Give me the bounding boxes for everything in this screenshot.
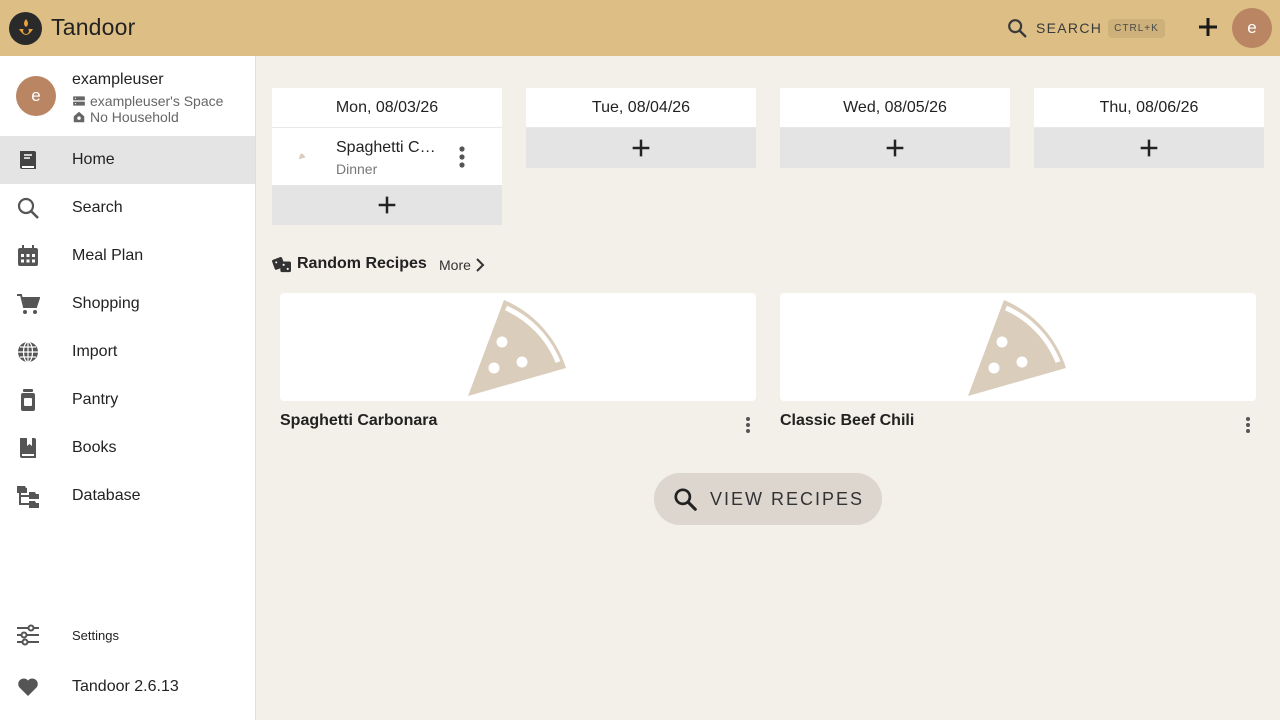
meal-plan-day: Wed, 08/05/26 [780,88,1010,168]
recipe-image-placeholder[interactable] [780,293,1256,401]
user-household: No Household [72,109,179,125]
globe-icon [18,341,38,363]
recipe-card[interactable]: Classic Beef Chili [780,293,1256,433]
plus-icon [1140,139,1158,157]
meal-entry-type: Dinner [336,161,378,177]
more-link-label: More [439,257,471,273]
server-icon [73,96,85,106]
sidebar-item-import[interactable]: Import [0,328,255,376]
chevron-right-icon [476,258,485,272]
user-space-label: exampleuser's Space [90,93,224,109]
add-meal-button[interactable] [526,128,756,168]
plus-icon [632,139,650,157]
user-name: exampleuser [72,71,164,88]
sidebar-item-search[interactable]: Search [0,184,255,232]
sidebar-item-books[interactable]: Books [0,424,255,472]
user-avatar-menu[interactable]: e [1232,8,1272,48]
house-icon [73,111,85,123]
user-info[interactable]: e exampleuser exampleuser's Space No Hou… [0,56,255,136]
recipe-title[interactable]: Spaghetti Carbonara [280,412,437,430]
navigation-drawer: e exampleuser exampleuser's Space No Hou… [0,56,256,720]
plus-icon [378,196,396,214]
add-meal-button[interactable] [1034,128,1264,168]
top-app-bar: Tandoor SEARCH CTRL+K e [0,0,1280,56]
pizza-icon [468,300,566,396]
plus-icon [886,139,904,157]
day-title: Thu, 08/06/26 [1034,88,1264,128]
sidebar-item-label: Pantry [72,391,119,408]
add-meal-button[interactable] [780,128,1010,168]
search-button-label: SEARCH [1036,20,1103,36]
sidebar-item-label: Import [72,343,118,360]
recipe-image-placeholder[interactable] [280,293,756,401]
section-title-label: Random Recipes [297,255,427,272]
dice-icon [272,257,291,273]
sidebar-item-shopping[interactable]: Shopping [0,280,255,328]
sidebar-item-label: Meal Plan [72,247,144,264]
database-tree-icon [17,486,39,508]
user-space: exampleuser's Space [72,93,223,109]
global-search-button[interactable]: SEARCH CTRL+K [1006,14,1165,42]
day-title: Tue, 08/04/26 [526,88,756,128]
sidebar-item-label: Database [72,487,141,504]
meal-plan-day: Mon, 08/03/26 Spaghetti C… Dinner [272,88,502,225]
book-icon [20,151,36,169]
meal-plan-entry[interactable]: Spaghetti C… Dinner [272,128,502,185]
sidebar-item-home[interactable]: Home [0,136,255,184]
view-recipes-label: VIEW RECIPES [709,488,865,509]
view-recipes-button[interactable]: VIEW RECIPES [654,473,882,525]
sliders-icon [17,624,39,646]
sidebar-item-label: Home [72,151,115,168]
search-icon [1008,19,1027,38]
day-title: Wed, 08/05/26 [780,88,1010,128]
plus-icon [1199,18,1217,36]
search-shortcut-badge: CTRL+K [1108,18,1165,38]
sidebar-item-label: Tandoor 2.6.13 [72,678,179,695]
recipe-title[interactable]: Classic Beef Chili [780,412,914,430]
sidebar-item-label: Shopping [72,295,140,312]
meal-plan-day: Tue, 08/04/26 [526,88,756,168]
search-icon [17,197,39,219]
meal-entry-name: Spaghetti C… [336,139,436,156]
pizza-icon [968,300,1066,396]
user-household-label: No Household [90,109,179,125]
sidebar-item-database[interactable]: Database [0,472,255,520]
section-title: Random Recipes [272,255,427,273]
day-title: Mon, 08/03/26 [272,88,502,128]
more-recipes-link[interactable]: More [439,257,486,273]
more-vert-icon[interactable] [1240,415,1256,435]
sidebar-item-label: Books [72,439,117,456]
recipe-card[interactable]: Spaghetti Carbonara [280,293,756,433]
avatar: e [16,76,56,116]
jar-icon [21,389,35,411]
app-title: Tandoor [51,14,136,40]
search-icon [674,488,697,511]
more-vert-icon[interactable] [454,144,470,170]
sidebar-item-label: Search [72,199,123,216]
sidebar-item-meal-plan[interactable]: Meal Plan [0,232,255,280]
pizza-icon [298,153,306,160]
calendar-icon [18,245,38,266]
meal-plan-day: Thu, 08/06/26 [1034,88,1264,168]
cart-icon [17,294,40,314]
sidebar-item-about[interactable]: Tandoor 2.6.13 [0,663,255,711]
sidebar-item-label: Settings [72,627,119,643]
add-meal-button[interactable] [272,185,502,225]
more-vert-icon[interactable] [740,415,756,435]
tandoor-logo-icon[interactable] [9,12,42,45]
add-button[interactable] [1196,15,1220,39]
sidebar-item-settings[interactable]: Settings [0,611,255,659]
bookshelf-icon [20,438,36,458]
heart-icon [18,678,38,696]
sidebar-item-pantry[interactable]: Pantry [0,376,255,424]
